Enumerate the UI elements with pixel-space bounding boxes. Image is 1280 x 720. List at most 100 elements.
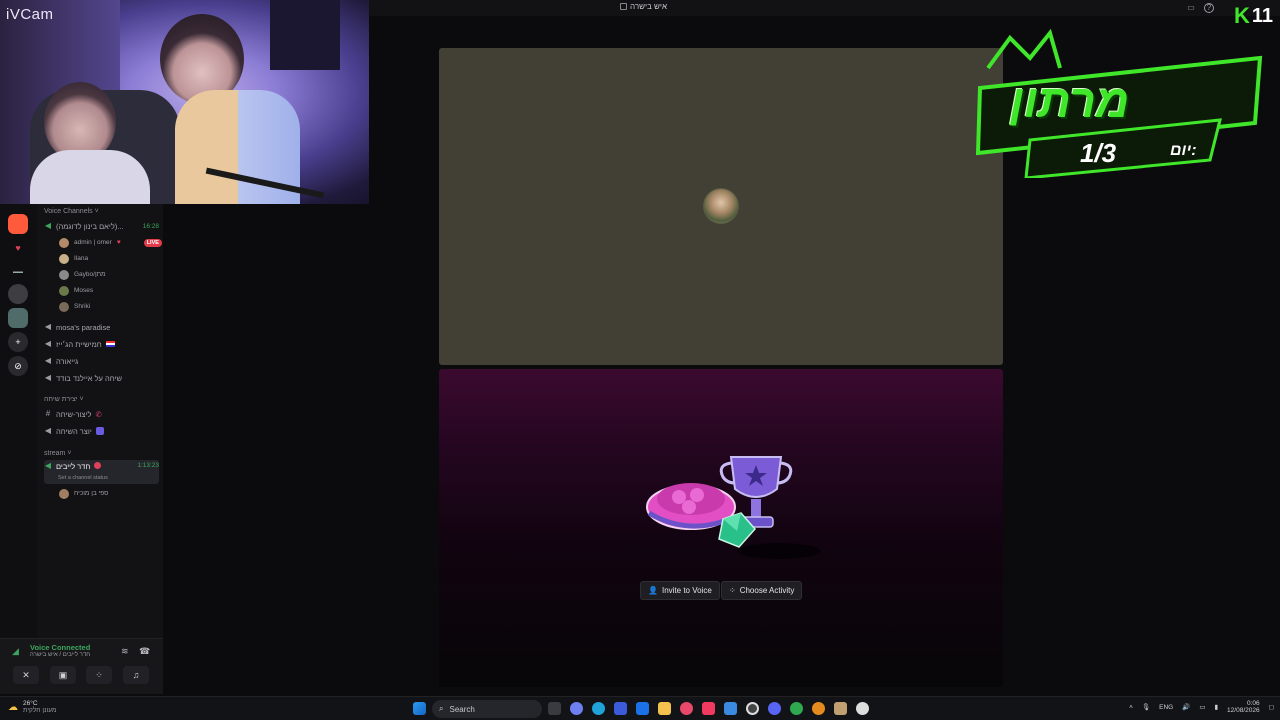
channel-voice-2[interactable]: ◀ mosa's paradise: [44, 320, 159, 334]
explorer-icon[interactable]: [658, 702, 671, 715]
weather-widget[interactable]: ☁ 26°C מעונן חלקית: [8, 700, 56, 714]
voice-member[interactable]: ספי בן מוכיח: [59, 487, 108, 500]
category-create[interactable]: יצירת שיחה ˅: [44, 396, 84, 403]
voice-subtitle: חדר לייבים / איש בישרה: [30, 652, 91, 658]
channel-sidebar: Voice Channels ˅ ◀ (ליאם בינון לדוגמה)..…: [37, 204, 163, 694]
window-icon: [620, 3, 627, 10]
music-icon[interactable]: [702, 702, 715, 715]
category-stream[interactable]: stream ˅: [44, 450, 71, 457]
app-icon-5[interactable]: [834, 702, 847, 715]
volume-icon[interactable]: 🔊: [1182, 703, 1190, 711]
heart-icon: ♥: [116, 239, 121, 246]
app-icon-4[interactable]: [812, 702, 825, 715]
speaker-icon: ◀: [44, 322, 52, 331]
voice-member[interactable]: Shriki: [59, 300, 90, 313]
channel-status[interactable]: Set a channel status: [58, 475, 108, 481]
cam-poster: [270, 0, 340, 70]
add-server-icon[interactable]: +: [8, 332, 28, 352]
camera-button[interactable]: ✕: [13, 666, 39, 684]
network-icon[interactable]: ▭: [1199, 703, 1205, 711]
server-icon-2[interactable]: ♥: [8, 238, 28, 258]
choose-activity-button[interactable]: ⁘ Choose Activity: [721, 581, 803, 600]
cam-shirt-1: [30, 150, 150, 204]
server-icon-1[interactable]: [8, 214, 28, 234]
taskbar-search[interactable]: ⌕ Search: [432, 700, 542, 718]
voice-connected-panel: ◢ Voice Connected חדר לייבים / איש בישרה…: [0, 638, 163, 694]
discord-icon[interactable]: [768, 702, 781, 715]
channel-voice-4[interactable]: ◀ גייאורה: [44, 354, 159, 368]
channel-create-1[interactable]: # ליצור-שיחה ✆: [44, 407, 159, 421]
disconnect-icon[interactable]: ☎: [139, 646, 150, 657]
clock[interactable]: 0:06 12/08/2026: [1227, 700, 1260, 714]
inbox-icon[interactable]: ▭: [1186, 3, 1196, 13]
speaker-icon: ◀: [44, 461, 52, 470]
avatar: [59, 269, 69, 280]
voice-member[interactable]: Gaybo/מתן: [59, 268, 106, 281]
obs-icon[interactable]: [856, 702, 869, 715]
avatar: [59, 253, 69, 264]
voice-member[interactable]: Moses: [59, 284, 93, 297]
battery-icon[interactable]: ▮: [1214, 703, 1218, 711]
activities-button[interactable]: ⁘: [86, 666, 112, 684]
task-view-icon[interactable]: [548, 702, 561, 715]
channel-create-2[interactable]: ◀ יוצר השיחה: [44, 424, 159, 438]
mic-icon[interactable]: 🎙: [1142, 703, 1150, 711]
flag-icon: [105, 341, 115, 347]
channel-voice-1[interactable]: ◀ (ליאם בינון לדוגמה)... 16:28: [44, 219, 159, 233]
phone-icon: ✆: [95, 409, 102, 419]
activity-illustration: [646, 456, 821, 559]
search-icon: ⌕: [439, 704, 444, 713]
window-title: איש בישרה: [620, 2, 667, 11]
logo-day-value: 1/3: [1080, 138, 1117, 168]
corner-number: 11: [1251, 4, 1274, 27]
discover-icon[interactable]: ⊘: [8, 356, 28, 376]
live-badge: LIVE: [143, 238, 162, 247]
avatar: [59, 237, 69, 248]
speaker-icon: ◀: [44, 221, 52, 230]
participant-tile[interactable]: [439, 48, 1003, 365]
noise-suppression-icon[interactable]: ≋: [121, 646, 129, 657]
server-icon-5[interactable]: [8, 308, 28, 328]
avatar: [59, 488, 69, 499]
server-icon-3[interactable]: ▬▬: [8, 262, 28, 282]
webcam-overlay: iVCam: [0, 0, 369, 204]
channel-stream[interactable]: ◀ חדר לייבים 1:13:23 Set a channel statu…: [44, 460, 159, 484]
soundboard-icon: ♫: [132, 670, 140, 680]
chevron-up-icon[interactable]: ˄: [1129, 704, 1133, 711]
channel-voice-3[interactable]: ◀ חמישיית הג׳ייז: [44, 337, 159, 351]
notification-icon[interactable]: ◻: [1269, 703, 1274, 711]
camera-off-icon: ✕: [22, 669, 30, 680]
signal-icon: ◢: [12, 646, 19, 656]
speaker-icon: ◀: [44, 373, 52, 382]
system-tray: ˄ 🎙 ENG 🔊 ▭ ▮ 0:06 12/08/2026 ◻: [1129, 700, 1274, 714]
store-icon[interactable]: [614, 702, 627, 715]
start-icon[interactable]: [413, 702, 426, 715]
chrome-icon[interactable]: [790, 702, 803, 715]
language-indicator[interactable]: ENG: [1159, 704, 1173, 711]
speaker-icon: ◀: [44, 339, 52, 348]
hashtag-icon: #: [45, 409, 51, 418]
app-icon-3[interactable]: [746, 702, 759, 715]
voice-member[interactable]: admin | omer ♥ LIVE: [59, 236, 162, 249]
voice-member[interactable]: Ilana: [59, 252, 88, 265]
server-rail: ♥ ▬▬ + ⊘: [0, 204, 37, 694]
channel-voice-5[interactable]: ◀ שיחה על איילנד בודד: [44, 371, 159, 385]
help-icon[interactable]: ?: [1204, 3, 1214, 13]
server-icon-4[interactable]: [8, 284, 28, 304]
marathon-logo: מרתון 1/3 יום:: [970, 28, 1270, 180]
edge-icon[interactable]: [592, 702, 605, 715]
activities-icon: ⁘: [729, 586, 736, 595]
screen-share-button[interactable]: ▣: [50, 666, 76, 684]
channel-logo: K 11: [1234, 3, 1273, 29]
avatar: [59, 285, 69, 296]
invite-to-voice-button[interactable]: 👤 Invite to Voice: [640, 581, 720, 600]
voice-status[interactable]: Voice Connected: [30, 643, 90, 652]
firefox-icon[interactable]: [680, 702, 693, 715]
app-icon-1[interactable]: [570, 702, 583, 715]
k-logo-icon: K: [1234, 3, 1250, 28]
mail-icon[interactable]: [636, 702, 649, 715]
category-voice[interactable]: Voice Channels ˅: [44, 208, 99, 215]
soundboard-button[interactable]: ♫: [123, 666, 149, 684]
logo-title: מרתון: [1010, 75, 1130, 127]
app-icon-2[interactable]: [724, 702, 737, 715]
